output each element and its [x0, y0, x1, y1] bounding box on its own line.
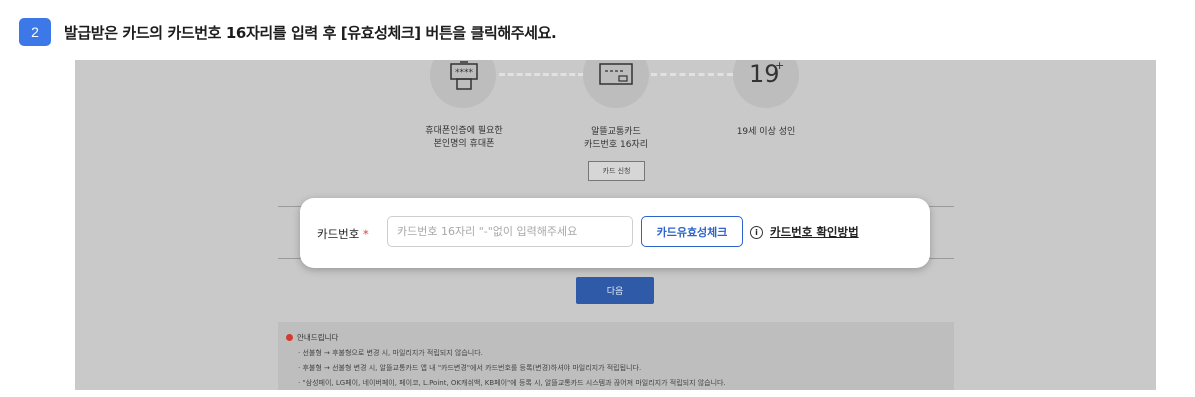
card-number-label: 카드번호 * [317, 227, 369, 241]
notice-box: 안내드립니다 · 선불형 → 후불형으로 변경 시, 마일리지가 적립되지 않습… [278, 322, 954, 390]
card-number-input[interactable] [387, 216, 633, 247]
step-number-badge: 2 [19, 18, 51, 46]
connector-dash [499, 73, 584, 76]
next-button[interactable]: 다음 [576, 277, 654, 304]
requirement-caption-age: 19세 이상 성인 [736, 127, 796, 137]
card-number-help-link[interactable]: i 카드번호 확인방법 [750, 224, 859, 240]
warning-icon [286, 334, 293, 341]
card-icon [583, 60, 649, 108]
step-instruction: 발급받은 카드의 카드번호 16자리를 입력 후 [유효성체크] 버튼을 클릭해… [64, 24, 557, 42]
svg-text:+: + [775, 60, 784, 72]
requirement-caption-card: 알뜰교통카드 카드번호 16자리 [584, 127, 648, 150]
notice-line: · "삼성페이, LG페이, 네이버페이, 페이코, L.Point, OK캐쉬… [298, 379, 726, 387]
notice-line: · 후불형 → 선불형 변경 시, 알뜰교통카드 앱 내 "카드변경"에서 카드… [298, 364, 642, 372]
notice-line: · 선불형 → 후불형으로 변경 시, 마일리지가 적립되지 않습니다. [298, 349, 483, 357]
card-apply-button[interactable]: 카드 신청 [588, 161, 645, 181]
required-mark: * [362, 227, 369, 241]
age-19-plus-icon: 19 + [733, 60, 799, 108]
connector-dash [651, 73, 733, 76]
info-icon: i [750, 225, 763, 239]
svg-text:****: **** [455, 68, 474, 78]
phone-keypad-icon: **** [430, 60, 496, 108]
card-validity-check-button[interactable]: 카드유효성체크 [641, 216, 743, 247]
requirement-caption-phone: 휴대폰인증에 필요한 본인명의 휴대폰 [425, 126, 503, 149]
help-link-label: 카드번호 확인방법 [770, 225, 859, 239]
card-number-form-highlight: 카드번호 * 카드유효성체크 i 카드번호 확인방법 [300, 198, 930, 268]
notice-title: 안내드립니다 [286, 332, 338, 343]
